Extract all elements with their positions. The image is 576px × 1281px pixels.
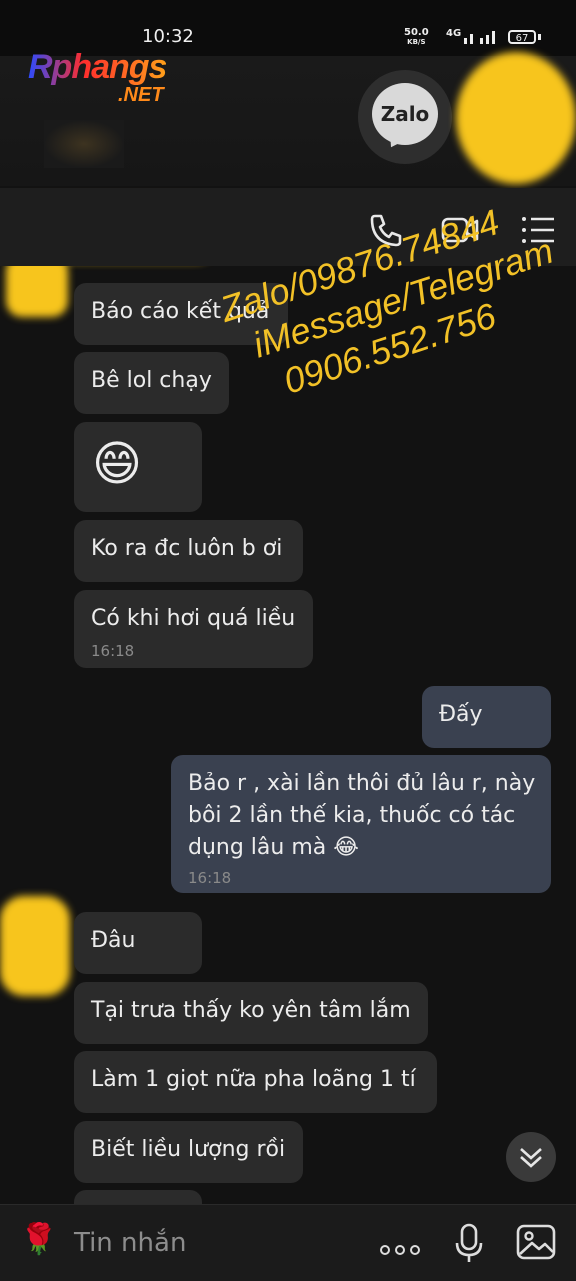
message-bubble[interactable]: Tại trưa thấy ko yên tâm lắm <box>74 982 428 1044</box>
message-bubble[interactable]: Làm 1 giọt nữa pha loãng 1 tí <box>74 1051 437 1113</box>
message-timestamp: 16:18 <box>188 869 232 887</box>
message-text: Ko ra đc luôn b ơi <box>91 536 283 561</box>
message-text: Biết liều lượng rồi <box>91 1137 286 1162</box>
image-gallery-icon[interactable] <box>515 1222 557 1262</box>
double-chevron-down-icon <box>520 1148 542 1168</box>
message-bubble-outgoing[interactable]: Đấy <box>422 686 551 748</box>
network-type: 4G <box>446 28 462 39</box>
network-speed-unit: KB/S <box>407 38 426 46</box>
message-bubble[interactable]: Có khi hơi quá liều 16:18 <box>74 590 313 668</box>
message-input[interactable]: Tin nhắn <box>74 1228 186 1258</box>
signal-bar-icon <box>486 35 489 44</box>
censor-blob <box>0 896 70 996</box>
message-text: Có khi hơi quá liều <box>91 606 296 631</box>
message-bubble[interactable]: Bê lol chạy <box>74 352 229 414</box>
logo-text: Rphangs <box>28 48 167 86</box>
message-text: Làm 1 giọt nữa pha loãng 1 tí <box>91 1067 416 1092</box>
signal-bar-icon <box>492 31 495 44</box>
message-bubble-emoji[interactable]: 😄 <box>74 422 202 512</box>
battery-icon: 67 <box>508 30 536 44</box>
message-text: Đâu <box>91 928 136 953</box>
message-bubble[interactable]: Biết liều lượng rồi <box>74 1121 303 1183</box>
grinning-face-emoji: 😄 <box>92 436 143 492</box>
signal-bar-icon <box>470 34 473 44</box>
message-text-line: bôi 2 lần thế kia, thuốc có tác <box>188 803 516 828</box>
message-bubble-outgoing[interactable]: Bảo r , xài lần thôi đủ lâu r, này bôi 2… <box>171 755 551 893</box>
signal-bar-icon <box>480 38 483 44</box>
sticker-button[interactable]: 🌹 <box>20 1222 57 1257</box>
message-bubble[interactable]: Ko ra đc luôn b ơi <box>74 520 303 582</box>
message-text: Tại trưa thấy ko yên tâm lắm <box>91 998 411 1023</box>
battery-level: 67 <box>515 33 529 44</box>
message-text: Bê lol chạy <box>91 368 212 393</box>
scroll-to-bottom-button[interactable] <box>506 1132 556 1182</box>
message-bubble-partial[interactable] <box>74 1190 202 1204</box>
message-timestamp: 16:18 <box>91 642 135 660</box>
network-speed-value: 50.0 <box>404 27 429 38</box>
zalo-logo-icon: Zalo <box>372 83 438 145</box>
message-text-line: dụng lâu mà 😂 <box>188 835 359 860</box>
message-text-line: Bảo r , xài lần thôi đủ lâu r, này <box>188 771 536 796</box>
censor-blob <box>456 52 576 184</box>
network-speed: 50.0 KB/S <box>404 28 429 47</box>
message-text: Đấy <box>439 702 483 727</box>
more-options-icon[interactable] <box>380 1240 425 1259</box>
microphone-icon[interactable] <box>454 1222 484 1264</box>
logo-subtext: .NET <box>118 84 164 106</box>
watermark-logo: Rphangs .NET <box>28 48 167 106</box>
signal-bar-icon <box>464 38 467 44</box>
message-bubble[interactable]: Đâu <box>74 912 202 974</box>
background-decoration <box>44 120 124 168</box>
battery-tip <box>538 34 541 40</box>
status-time: 10:32 <box>142 26 194 47</box>
